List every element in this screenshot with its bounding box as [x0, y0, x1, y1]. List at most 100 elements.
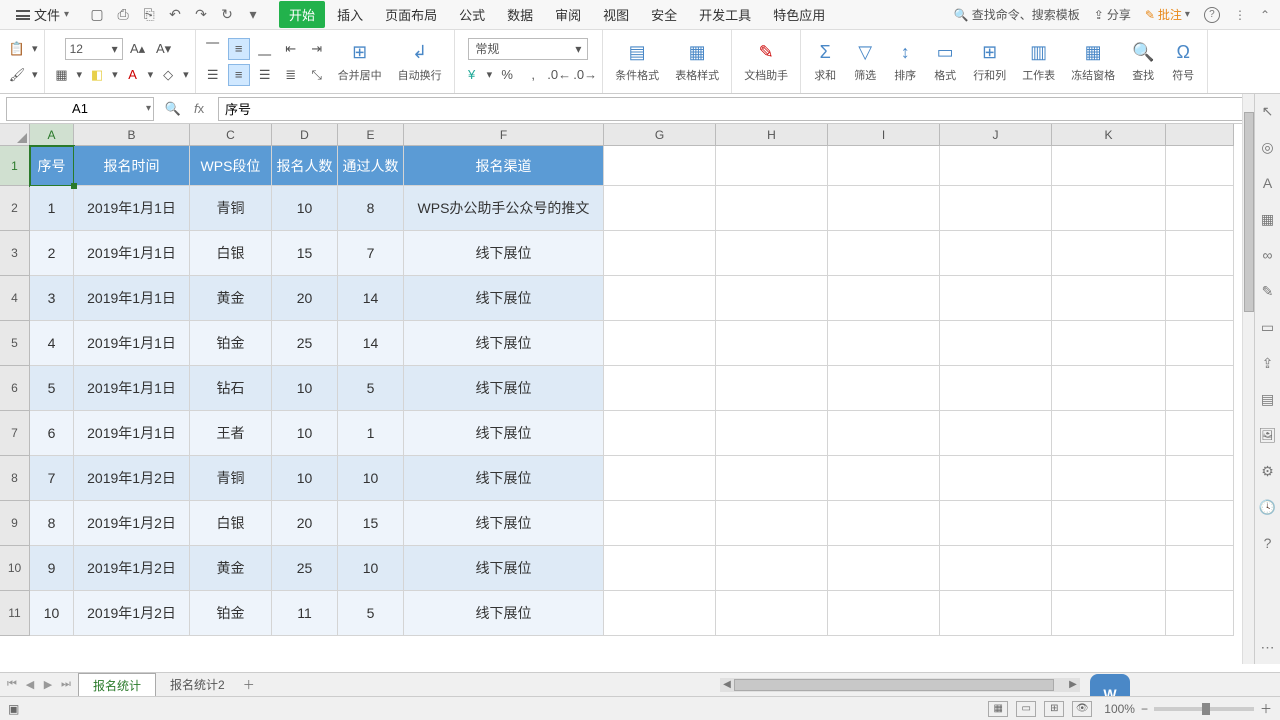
data-cell[interactable] — [940, 411, 1052, 456]
data-cell[interactable]: 线下展位 — [404, 411, 604, 456]
data-cell[interactable]: 20 — [272, 501, 338, 546]
data-cell[interactable]: 10 — [338, 456, 404, 501]
data-cell[interactable]: 15 — [272, 231, 338, 276]
save-icon[interactable]: ▢ — [89, 7, 105, 23]
data-cell[interactable]: 线下展位 — [404, 276, 604, 321]
data-cell[interactable]: 14 — [338, 276, 404, 321]
increase-decimal-icon[interactable]: .0← — [548, 64, 570, 86]
data-cell[interactable]: 11 — [272, 591, 338, 636]
data-cell[interactable]: 25 — [272, 321, 338, 366]
data-cell[interactable] — [828, 456, 940, 501]
ribbon-tab-9[interactable]: 特色应用 — [763, 1, 835, 28]
data-cell[interactable] — [604, 276, 716, 321]
data-cell[interactable] — [1166, 321, 1234, 366]
redo-icon[interactable]: ↷ — [193, 7, 209, 23]
data-cell[interactable] — [604, 366, 716, 411]
row-header[interactable]: 5 — [0, 321, 30, 366]
data-cell[interactable] — [716, 501, 828, 546]
scroll-thumb[interactable] — [734, 679, 1054, 691]
data-cell[interactable]: 王者 — [190, 411, 272, 456]
row-header[interactable]: 4 — [0, 276, 30, 321]
data-cell[interactable] — [828, 366, 940, 411]
comment-button[interactable]: ✎ 批注 ▾ — [1145, 6, 1190, 23]
data-cell[interactable] — [716, 411, 828, 456]
data-cell[interactable]: 1 — [338, 411, 404, 456]
data-cell[interactable]: 10 — [272, 186, 338, 231]
decrease-indent-icon[interactable]: ⇤ — [280, 38, 302, 60]
data-cell[interactable] — [1166, 546, 1234, 591]
file-menu[interactable]: 文件 ▾ — [10, 3, 75, 26]
share-tool-icon[interactable]: ⇪ — [1259, 354, 1277, 372]
col-header[interactable]: E — [338, 124, 404, 146]
data-cell[interactable] — [1166, 186, 1234, 231]
col-header[interactable]: K — [1052, 124, 1166, 146]
select-tool-icon[interactable]: ◎ — [1259, 138, 1277, 156]
data-cell[interactable] — [1052, 456, 1166, 501]
data-cell[interactable] — [940, 321, 1052, 366]
data-cell[interactable]: 2019年1月2日 — [74, 456, 190, 501]
last-sheet-icon[interactable]: ⏭ — [58, 678, 74, 691]
increase-font-icon[interactable]: A▴ — [127, 38, 149, 60]
data-cell[interactable]: 线下展位 — [404, 501, 604, 546]
col-header[interactable]: B — [74, 124, 190, 146]
data-cell[interactable]: 8 — [338, 186, 404, 231]
font-color-icon[interactable]: A — [122, 64, 144, 86]
data-cell[interactable]: 9 — [30, 546, 74, 591]
ribbon-tab-4[interactable]: 数据 — [497, 1, 543, 28]
picture-tool-icon[interactable]: 🖼 — [1259, 426, 1277, 444]
freeze-panes-button[interactable]: ▦冻结窗格 — [1065, 37, 1121, 87]
data-cell[interactable] — [716, 591, 828, 636]
data-cell[interactable]: 黄金 — [190, 546, 272, 591]
border-icon[interactable]: ▦ — [51, 64, 73, 86]
data-cell[interactable] — [940, 231, 1052, 276]
row-header[interactable]: 2 — [0, 186, 30, 231]
col-header[interactable]: F — [404, 124, 604, 146]
link-tool-icon[interactable]: ∞ — [1259, 246, 1277, 264]
data-cell[interactable] — [1052, 546, 1166, 591]
header-cell[interactable]: 序号 — [30, 146, 74, 186]
data-cell[interactable]: 线下展位 — [404, 456, 604, 501]
merge-center-button[interactable]: ⊞合并居中 — [332, 37, 388, 87]
data-cell[interactable]: 5 — [30, 366, 74, 411]
data-cell[interactable] — [716, 231, 828, 276]
sum-button[interactable]: Σ求和 — [807, 37, 843, 87]
data-cell[interactable]: 线下展位 — [404, 591, 604, 636]
header-cell[interactable]: 报名人数 — [272, 146, 338, 186]
select-all-corner[interactable] — [0, 124, 30, 146]
data-cell[interactable]: 15 — [338, 501, 404, 546]
vertical-scrollbar[interactable] — [1242, 94, 1254, 664]
print-preview-icon[interactable]: ⎙ — [115, 7, 131, 23]
data-cell[interactable] — [604, 591, 716, 636]
data-cell[interactable]: 线下展位 — [404, 321, 604, 366]
image-tool-icon[interactable]: ▭ — [1259, 318, 1277, 336]
fill-color-icon[interactable]: ◧ — [86, 64, 108, 86]
collapse-ribbon-icon[interactable]: ⌃ — [1260, 8, 1270, 22]
col-header[interactable]: J — [940, 124, 1052, 146]
data-cell[interactable]: 2019年1月1日 — [74, 411, 190, 456]
data-cell[interactable]: 2019年1月1日 — [74, 231, 190, 276]
data-cell[interactable]: 白银 — [190, 231, 272, 276]
chevron-down-icon[interactable]: ▾ — [146, 103, 151, 114]
formula-input[interactable]: 序号 — [218, 97, 1250, 121]
next-sheet-icon[interactable]: ▶ — [40, 678, 56, 691]
more-icon[interactable]: ⋮ — [1234, 8, 1246, 22]
data-cell[interactable]: 白银 — [190, 501, 272, 546]
normal-view-icon[interactable]: ▦ — [988, 701, 1008, 717]
data-cell[interactable] — [828, 546, 940, 591]
data-cell[interactable]: 3 — [30, 276, 74, 321]
symbol-button[interactable]: Ω符号 — [1165, 37, 1201, 87]
data-cell[interactable] — [1052, 186, 1166, 231]
data-cell[interactable]: 2 — [30, 231, 74, 276]
settings-tool-icon[interactable]: ⚙ — [1259, 462, 1277, 480]
data-cell[interactable] — [940, 276, 1052, 321]
data-cell[interactable]: 10 — [30, 591, 74, 636]
help-tool-icon[interactable]: ? — [1259, 534, 1277, 552]
scroll-thumb[interactable] — [1244, 112, 1254, 312]
row-header[interactable]: 10 — [0, 546, 30, 591]
zoom-formula-icon[interactable]: 🔍 — [164, 101, 182, 117]
data-cell[interactable]: 铂金 — [190, 321, 272, 366]
data-cell[interactable]: 10 — [272, 456, 338, 501]
data-cell[interactable]: 6 — [30, 411, 74, 456]
currency-icon[interactable]: ¥ — [461, 64, 483, 86]
data-cell[interactable] — [716, 186, 828, 231]
